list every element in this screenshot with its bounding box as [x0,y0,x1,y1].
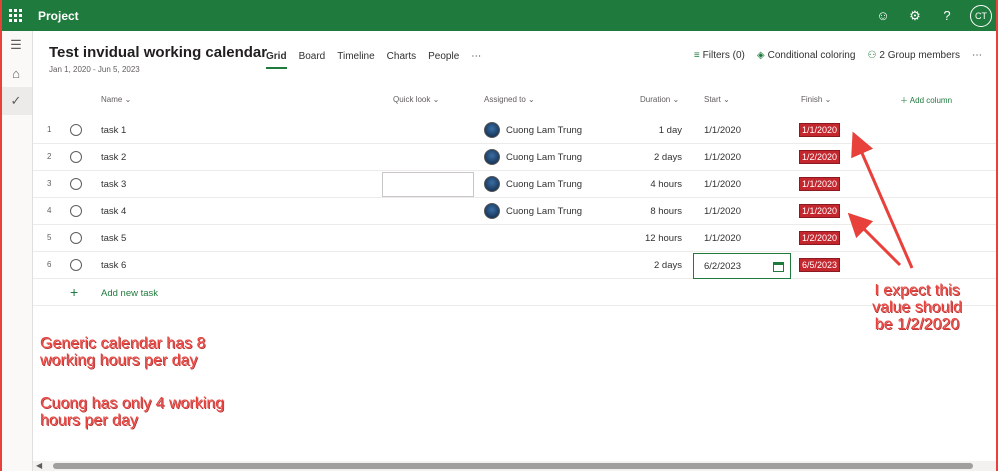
left-border-line [0,0,2,471]
annotation-arrows [847,131,914,269]
scrollbar-thumb[interactable] [53,463,973,469]
horizontal-scrollbar[interactable]: ◀ [33,461,998,471]
scroll-left-icon[interactable]: ◀ [36,461,42,470]
